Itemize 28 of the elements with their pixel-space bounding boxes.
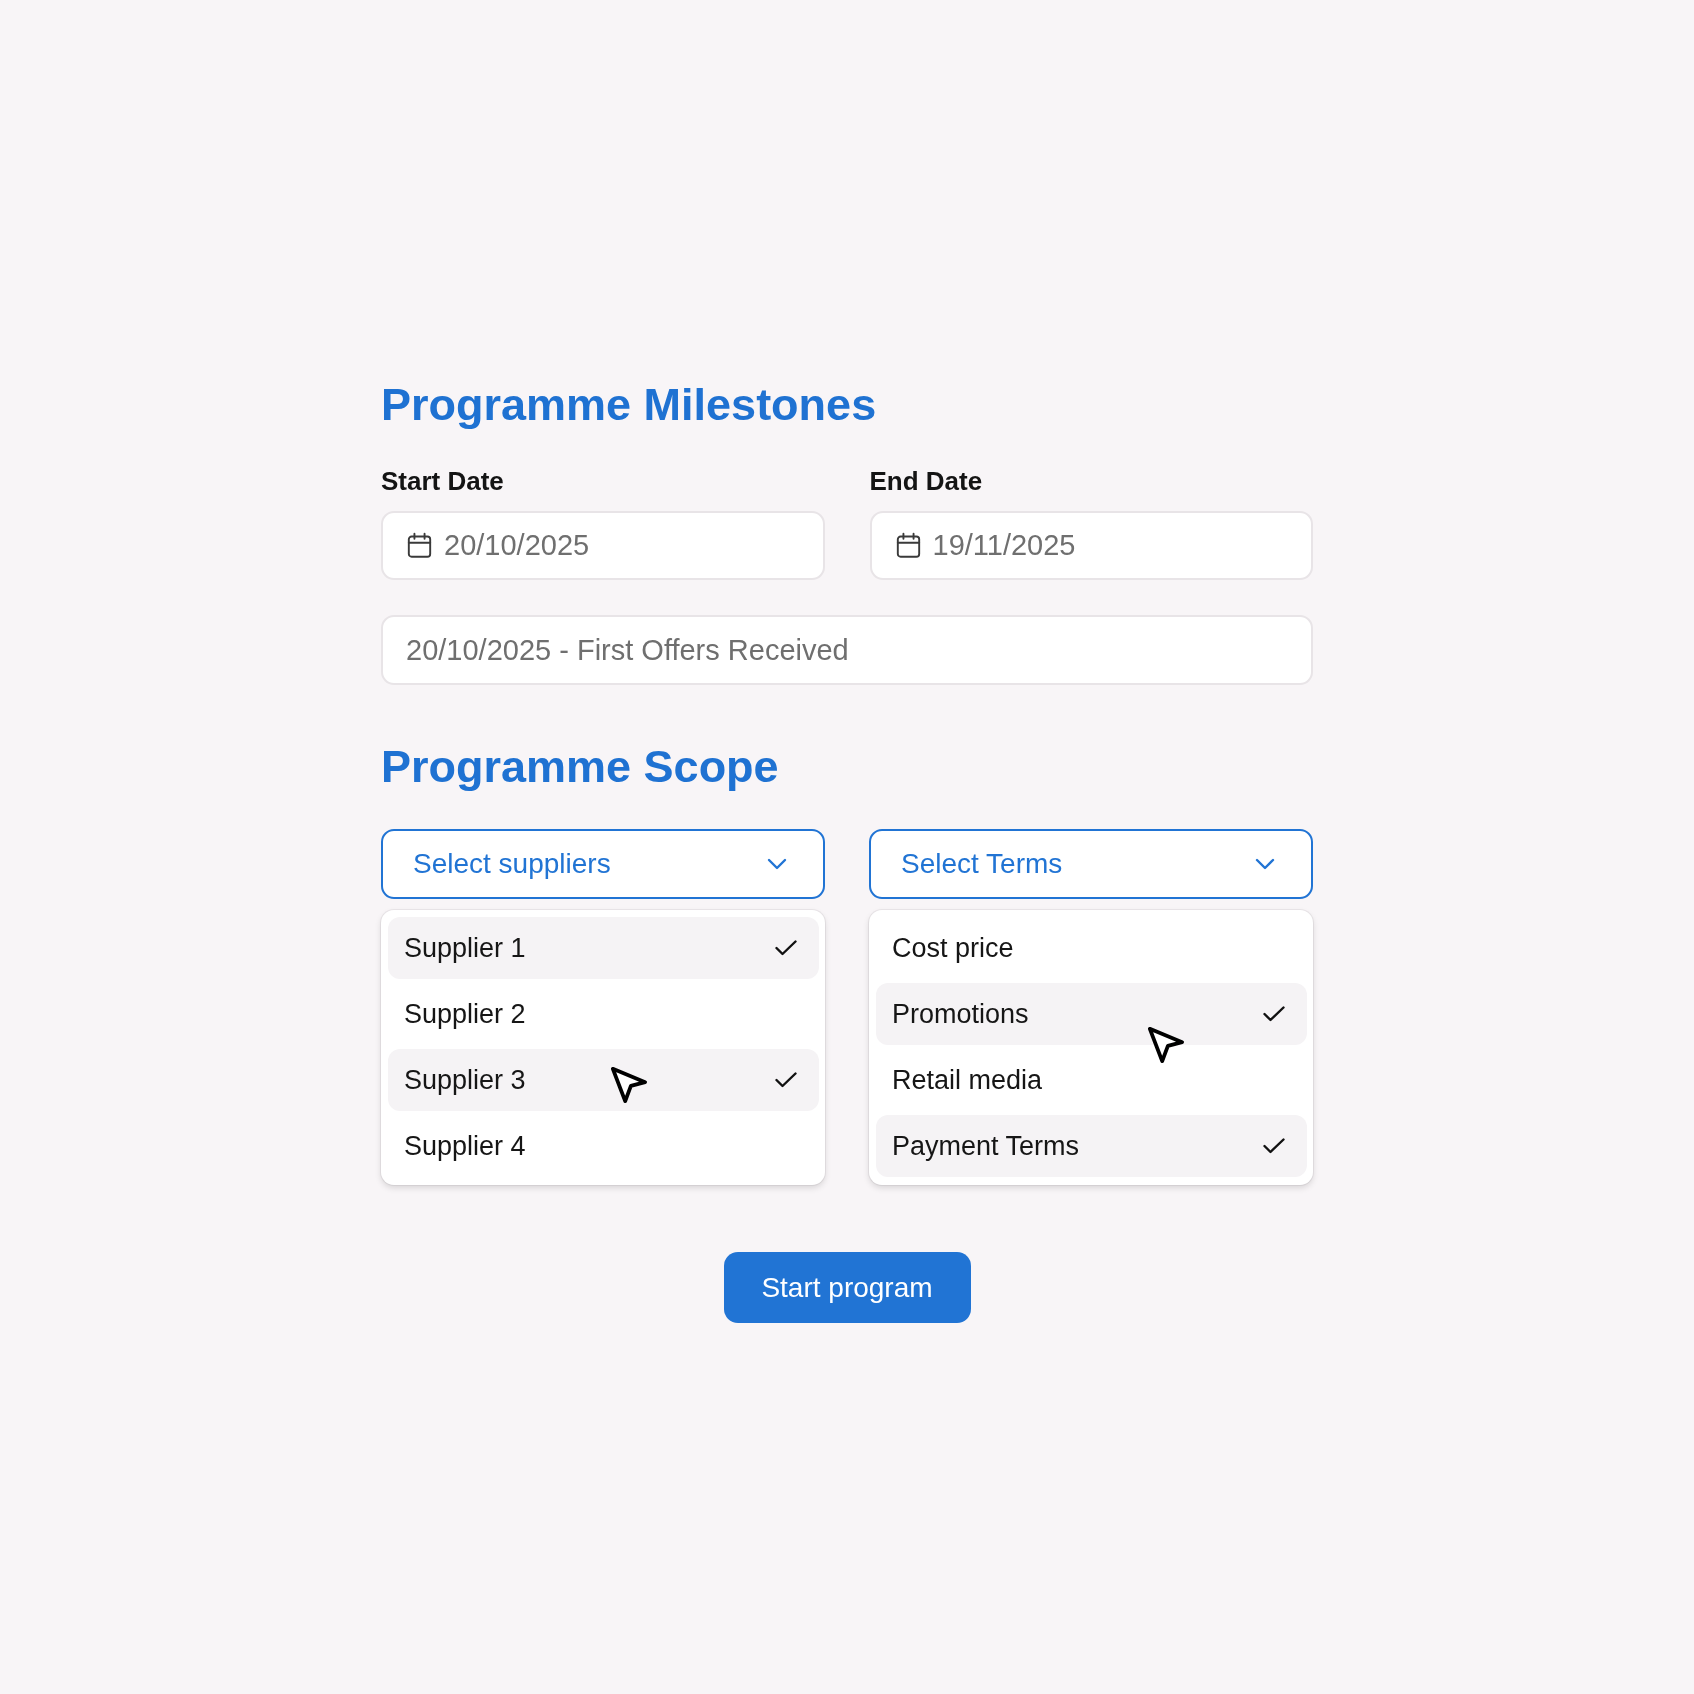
dropdown-option[interactable]: Payment Terms [876,1115,1307,1177]
start-program-button[interactable]: Start program [723,1252,971,1323]
field-label: Start Date [381,466,504,496]
field-label: End Date [869,466,983,496]
dropdown-button[interactable]: Select Terms [869,829,1313,899]
chevron-down-icon [1255,858,1275,870]
check-icon [1263,1006,1285,1022]
dropdown-button[interactable]: Select suppliers [381,829,825,899]
calendar-icon [894,532,922,559]
date-field[interactable]: 19/11/2025 [869,511,1313,580]
milestone-field[interactable]: 20/10/2025 - First Offers Received [381,615,1313,685]
date-field[interactable]: 20/10/2025 [381,511,825,580]
check-icon [1263,1138,1285,1154]
cursor-icon [1147,1026,1185,1064]
dropdown-option[interactable]: Retail media [876,1049,1307,1111]
section-title: Programme Milestones [381,378,878,432]
dropdown-option[interactable]: Supplier 1 [388,917,819,979]
dropdown-option[interactable]: Supplier 4 [388,1115,819,1177]
calendar-icon [406,532,433,559]
chevron-down-icon [767,858,787,870]
dropdown-option[interactable]: Supplier 2 [388,983,819,1045]
section-title: Programme Scope [381,740,780,794]
dropdown-option[interactable]: Cost price [876,917,1307,979]
dropdown-option[interactable]: Promotions [876,983,1307,1045]
check-icon [775,940,797,956]
dropdown-option[interactable]: Supplier 3 [388,1049,819,1111]
check-icon [775,1072,797,1088]
cursor-icon [610,1066,648,1104]
